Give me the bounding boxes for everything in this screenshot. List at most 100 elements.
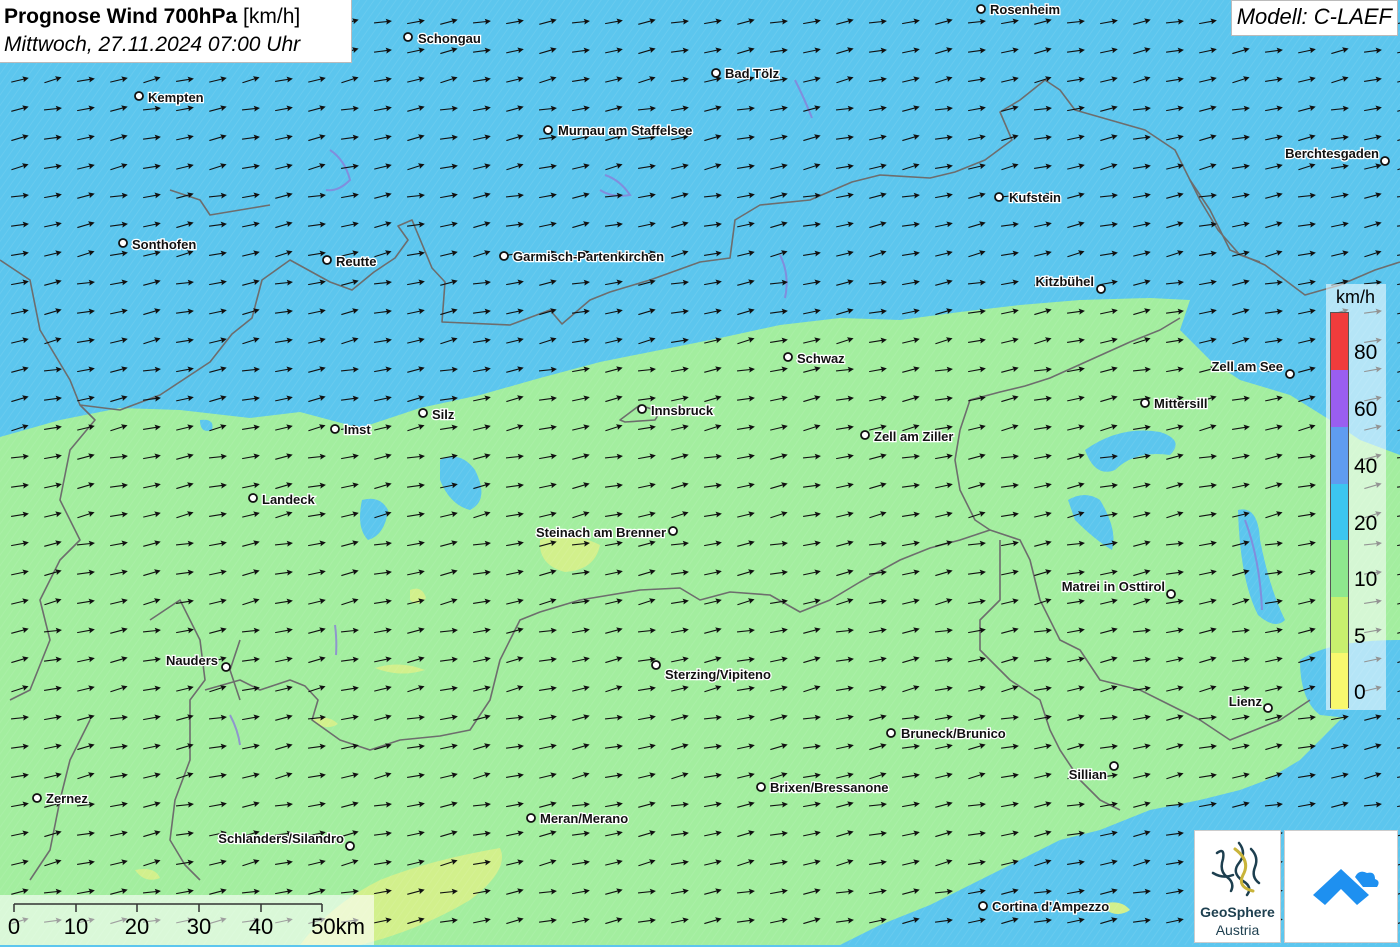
city-dot bbox=[418, 408, 428, 418]
city-dot bbox=[221, 662, 231, 672]
city-dot bbox=[403, 32, 413, 42]
city-label: Kufstein bbox=[1009, 190, 1061, 205]
legend-label-60: 60 bbox=[1354, 398, 1378, 421]
geosphere-logo[interactable]: GeoSphere Austria bbox=[1194, 830, 1281, 943]
city-dot bbox=[756, 782, 766, 792]
city-dot bbox=[543, 125, 553, 135]
city-dot bbox=[1263, 703, 1273, 713]
legend-label-0: 0 bbox=[1354, 681, 1366, 704]
city-dot bbox=[978, 901, 988, 911]
legend-class-20 bbox=[1331, 484, 1348, 540]
map-title-main: Prognose Wind 700hPa bbox=[4, 5, 238, 28]
city-marker[interactable]: Bruneck/Brunico bbox=[886, 725, 1007, 742]
city-label: Meran/Merano bbox=[540, 811, 628, 826]
city-dot bbox=[118, 238, 128, 248]
city-marker[interactable]: Steinach am Brenner bbox=[535, 524, 678, 541]
app-logo[interactable] bbox=[1284, 830, 1398, 943]
city-dot bbox=[499, 251, 509, 261]
city-label: Sillian bbox=[1069, 767, 1107, 782]
city-dot bbox=[668, 526, 678, 536]
city-label: Garmisch-Partenkirchen bbox=[513, 249, 664, 264]
city-label: Schwaz bbox=[797, 351, 845, 366]
city-marker[interactable]: Zell am Ziller bbox=[860, 428, 955, 445]
legend-class-10 bbox=[1331, 540, 1348, 597]
color-legend: km/h 80 60 40 20 10 5 0 bbox=[1326, 284, 1386, 710]
city-label: Nauders bbox=[166, 653, 218, 668]
city-dot bbox=[637, 404, 647, 414]
city-marker[interactable]: Cortina d'Ampezzo bbox=[978, 898, 1111, 915]
city-dot bbox=[32, 793, 42, 803]
legend-class-40 bbox=[1331, 427, 1348, 484]
terrain-texture bbox=[0, 0, 1400, 945]
city-dot bbox=[345, 841, 355, 851]
city-dot bbox=[1380, 156, 1390, 166]
city-marker[interactable]: Brixen/Bressanone bbox=[756, 779, 890, 796]
city-label: Zell am Ziller bbox=[874, 429, 953, 444]
city-label: Matrei in Osttirol bbox=[1062, 579, 1165, 594]
city-dot bbox=[976, 4, 986, 14]
city-label: Reutte bbox=[336, 254, 376, 269]
city-label: Brixen/Bressanone bbox=[770, 780, 889, 795]
scale-tick-0: 0 bbox=[8, 914, 20, 939]
geosphere-name: GeoSphere bbox=[1200, 904, 1275, 920]
city-label: Mittersill bbox=[1154, 396, 1207, 411]
city-label: Kempten bbox=[148, 90, 204, 105]
map-title-box: Prognose Wind 700hPa [km/h] Mittwoch, 27… bbox=[0, 0, 352, 63]
city-label: Berchtesgaden bbox=[1285, 146, 1379, 161]
city-label: Bad Tölz bbox=[725, 66, 780, 81]
legend-label-5: 5 bbox=[1354, 625, 1366, 648]
geosphere-subtitle: Austria bbox=[1215, 922, 1260, 938]
city-marker[interactable]: Murnau am Staffelsee bbox=[543, 122, 694, 139]
legend-label-10: 10 bbox=[1354, 568, 1378, 591]
legend-class-80 bbox=[1331, 313, 1348, 370]
city-label: Bruneck/Brunico bbox=[901, 726, 1006, 741]
city-dot bbox=[1096, 284, 1106, 294]
city-label: Schongau bbox=[418, 31, 481, 46]
city-label: Rosenheim bbox=[990, 2, 1060, 17]
map-title-unit: [km/h] bbox=[243, 5, 301, 28]
geosphere-emblem-icon bbox=[1211, 841, 1261, 897]
city-label: Innsbruck bbox=[651, 403, 714, 418]
city-label: Steinach am Brenner bbox=[536, 525, 666, 540]
city-label: Murnau am Staffelsee bbox=[558, 123, 692, 138]
city-dot bbox=[651, 660, 661, 670]
legend-class-0 bbox=[1331, 653, 1348, 709]
city-label: Kitzbühel bbox=[1036, 274, 1095, 289]
city-label: Landeck bbox=[262, 492, 316, 507]
city-dot bbox=[1285, 369, 1295, 379]
legend-class-5 bbox=[1331, 597, 1348, 653]
scale-bar: 0 10 20 30 40 50km bbox=[0, 895, 374, 945]
city-label: Schlanders/Silandro bbox=[218, 831, 344, 846]
legend-label-80: 80 bbox=[1354, 341, 1378, 364]
city-dot bbox=[994, 192, 1004, 202]
legend-colorbar bbox=[1330, 312, 1349, 709]
legend-unit: km/h bbox=[1336, 287, 1376, 307]
scale-tick-30: 30 bbox=[187, 914, 211, 939]
city-label: Imst bbox=[344, 422, 371, 437]
city-dot bbox=[322, 255, 332, 265]
scale-tick-20: 20 bbox=[125, 914, 149, 939]
forecast-datetime: Mittwoch, 27.11.2024 07:00 Uhr bbox=[4, 33, 301, 56]
city-marker[interactable]: Rosenheim bbox=[976, 1, 1061, 18]
city-dot bbox=[711, 68, 721, 78]
legend-class-60 bbox=[1331, 370, 1348, 427]
legend-label-20: 20 bbox=[1354, 512, 1378, 535]
scale-tick-50km: 50km bbox=[311, 914, 365, 939]
city-dot bbox=[330, 424, 340, 434]
city-marker[interactable]: Garmisch-Partenkirchen bbox=[499, 248, 665, 265]
map-title: Prognose Wind 700hPa [km/h] bbox=[4, 3, 351, 31]
city-label: Silz bbox=[432, 407, 455, 422]
city-label: Cortina d'Ampezzo bbox=[992, 899, 1109, 914]
city-dot bbox=[248, 493, 258, 503]
city-dot bbox=[886, 728, 896, 738]
city-dot bbox=[1166, 589, 1176, 599]
city-dot bbox=[783, 352, 793, 362]
city-label: Sonthofen bbox=[132, 237, 196, 252]
city-marker[interactable]: Meran/Merano bbox=[526, 810, 629, 827]
scale-tick-10: 10 bbox=[64, 914, 88, 939]
city-dot bbox=[860, 430, 870, 440]
city-label: Lienz bbox=[1229, 694, 1263, 709]
city-dot bbox=[134, 91, 144, 101]
legend-label-40: 40 bbox=[1354, 455, 1378, 478]
wind-map[interactable]: Rosenheim Schongau Bad Tölz Kempten Murnau a… bbox=[0, 0, 1400, 945]
